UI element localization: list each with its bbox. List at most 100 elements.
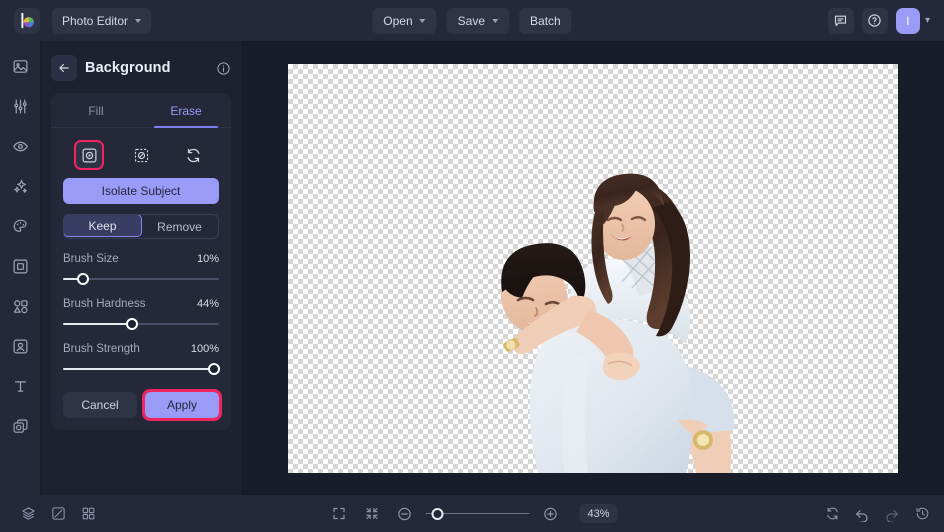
sidebar-item-frame[interactable] bbox=[5, 251, 35, 281]
actual-size-button[interactable] bbox=[360, 502, 384, 526]
reset-icon bbox=[826, 507, 838, 520]
feedback-button[interactable] bbox=[827, 7, 854, 34]
top-bar-right: I ▾ bbox=[827, 7, 934, 34]
sidebar-item-adjust[interactable] bbox=[5, 91, 35, 121]
chevron-down-icon bbox=[419, 18, 426, 23]
sidebar-item-portrait[interactable] bbox=[5, 331, 35, 361]
isolate-subject-tool[interactable] bbox=[74, 140, 104, 170]
erase-card: Fill Erase Isolate Subject Keep Remove B… bbox=[51, 93, 231, 430]
history-icon bbox=[915, 507, 928, 520]
compare-button[interactable] bbox=[46, 502, 70, 526]
open-label: Open bbox=[383, 13, 413, 28]
save-label: Save bbox=[457, 13, 486, 28]
isolate-subject-icon bbox=[82, 148, 96, 162]
open-button[interactable]: Open bbox=[372, 7, 437, 34]
avatar-initial: I bbox=[906, 13, 910, 28]
redo-button[interactable] bbox=[880, 502, 904, 526]
chevron-down-icon bbox=[492, 18, 499, 23]
layers-button[interactable] bbox=[16, 502, 40, 526]
track-fill bbox=[63, 323, 132, 325]
isolate-subject-button[interactable]: Isolate Subject bbox=[63, 178, 219, 204]
brush-size-label: Brush Size bbox=[63, 253, 119, 265]
compare-icon bbox=[51, 507, 65, 520]
photo-editor-app: Photo Editor Open Save Batch I ▾ Backgro… bbox=[0, 0, 944, 532]
remove-button[interactable]: Remove bbox=[141, 215, 218, 238]
brush-hardness-slider: Brush Hardness 44% bbox=[63, 298, 219, 330]
question-circle-icon bbox=[868, 14, 882, 27]
erase-brush-icon bbox=[134, 148, 148, 162]
sidebar-item-overlay[interactable] bbox=[5, 411, 35, 441]
history-button[interactable] bbox=[910, 502, 934, 526]
fit-screen-icon bbox=[332, 507, 345, 520]
panel-tabs: Fill Erase bbox=[51, 93, 231, 128]
redo-icon bbox=[886, 509, 898, 522]
bottom-right-tools bbox=[820, 502, 934, 526]
layers-overlay-icon bbox=[13, 419, 27, 433]
restore-icon bbox=[187, 148, 199, 162]
sidebar-item-color[interactable] bbox=[5, 211, 35, 241]
fit-screen-button[interactable] bbox=[327, 502, 351, 526]
sidebar-item-effects[interactable] bbox=[5, 171, 35, 201]
tab-fill[interactable]: Fill bbox=[51, 93, 141, 127]
keep-remove-segmented: Keep Remove bbox=[63, 214, 219, 239]
sidebar-item-text[interactable] bbox=[5, 371, 35, 401]
batch-button[interactable]: Batch bbox=[519, 7, 572, 34]
canvas-area[interactable] bbox=[241, 41, 944, 495]
comment-icon bbox=[835, 15, 847, 27]
minus-circle-icon bbox=[398, 507, 411, 520]
apply-button[interactable]: Apply bbox=[142, 389, 222, 421]
brush-strength-value: 100% bbox=[190, 343, 219, 355]
tab-erase[interactable]: Erase bbox=[141, 93, 231, 128]
app-menu-label: Photo Editor bbox=[62, 13, 129, 28]
help-button[interactable] bbox=[861, 7, 888, 34]
zoom-slider-knob[interactable] bbox=[431, 507, 444, 520]
top-bar: Photo Editor Open Save Batch I ▾ bbox=[0, 0, 944, 41]
collapse-icon bbox=[365, 507, 378, 520]
color-wheel-logo-icon bbox=[20, 12, 34, 29]
brush-hardness-track[interactable] bbox=[63, 318, 219, 330]
arrow-left-icon bbox=[59, 63, 69, 73]
artboard[interactable] bbox=[288, 63, 898, 473]
info-button[interactable] bbox=[216, 61, 231, 76]
brush-hardness-knob[interactable] bbox=[125, 318, 138, 330]
brush-size-knob[interactable] bbox=[77, 273, 90, 285]
back-button[interactable] bbox=[51, 55, 77, 81]
info-circle-icon bbox=[217, 61, 230, 75]
background-panel: Background Fill Erase Isolate Subject Ke… bbox=[41, 41, 241, 495]
sidebar-item-elements[interactable] bbox=[5, 291, 35, 321]
palette-icon bbox=[13, 219, 27, 232]
main-body: Background Fill Erase Isolate Subject Ke… bbox=[0, 41, 944, 495]
erase-brush-tool[interactable] bbox=[128, 142, 154, 168]
tool-rail bbox=[0, 41, 41, 495]
restore-tool[interactable] bbox=[180, 142, 206, 168]
grid-button[interactable] bbox=[76, 502, 100, 526]
sparkles-icon bbox=[13, 179, 27, 193]
sidebar-item-image[interactable] bbox=[5, 51, 35, 81]
shapes-icon bbox=[13, 299, 28, 313]
zoom-level-value[interactable]: 43% bbox=[579, 504, 618, 523]
batch-label: Batch bbox=[530, 13, 561, 28]
brush-size-value: 10% bbox=[196, 253, 219, 265]
subject-image bbox=[500, 173, 735, 473]
keep-button[interactable]: Keep bbox=[64, 215, 142, 237]
brush-hardness-label: Brush Hardness bbox=[63, 298, 146, 310]
image-icon bbox=[13, 59, 27, 73]
undo-button[interactable] bbox=[850, 502, 874, 526]
app-menu-button[interactable]: Photo Editor bbox=[52, 7, 152, 34]
brush-size-track[interactable] bbox=[63, 273, 219, 285]
text-icon bbox=[14, 380, 26, 392]
brush-strength-knob[interactable] bbox=[208, 363, 221, 375]
save-button[interactable]: Save bbox=[446, 7, 510, 34]
zoom-out-button[interactable] bbox=[393, 502, 417, 526]
avatar-chevron-down-icon[interactable]: ▾ bbox=[925, 15, 930, 26]
reset-button[interactable] bbox=[820, 502, 844, 526]
sidebar-item-retouch[interactable] bbox=[5, 131, 35, 161]
sliders-icon bbox=[13, 99, 27, 113]
zoom-in-button[interactable] bbox=[539, 502, 563, 526]
brush-strength-track[interactable] bbox=[63, 363, 221, 375]
cancel-button[interactable]: Cancel bbox=[63, 392, 137, 418]
avatar[interactable]: I bbox=[895, 7, 920, 34]
app-logo[interactable] bbox=[14, 7, 40, 34]
zoom-slider[interactable] bbox=[425, 507, 530, 520]
plus-circle-icon bbox=[544, 507, 557, 520]
